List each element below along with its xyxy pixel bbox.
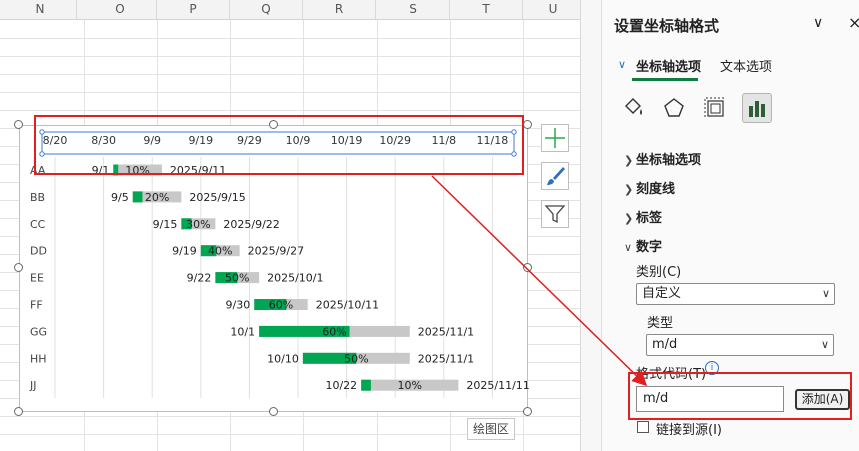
- fill-line-button[interactable]: [618, 93, 648, 123]
- pane-title: 设置坐标轴格式: [614, 17, 720, 35]
- effects-button[interactable]: [659, 93, 689, 123]
- chart-elements-button[interactable]: [541, 124, 569, 152]
- tab-axis-options[interactable]: 坐标轴选项: [636, 56, 701, 75]
- section-labels[interactable]: ❯ 标签: [624, 207, 662, 226]
- category-label: EE: [30, 272, 44, 285]
- chart-filters-button[interactable]: [541, 200, 569, 228]
- size-properties-icon: [704, 97, 725, 118]
- effects-icon: [664, 98, 684, 117]
- chevron-down-icon: ∨: [624, 241, 633, 254]
- section-tick-marks[interactable]: ❯ 刻度线: [624, 178, 675, 197]
- end-date-label: 2025/9/22: [223, 218, 279, 231]
- start-date-label: 9/30: [226, 299, 251, 312]
- axis-highlight-box: [34, 115, 524, 175]
- column-header-U[interactable]: U: [517, 0, 580, 19]
- start-date-label: 10/22: [325, 379, 357, 392]
- close-icon[interactable]: ×: [848, 13, 859, 32]
- category-label: CC: [30, 218, 46, 231]
- start-date-label: 10/1: [230, 325, 255, 338]
- start-date-label: 9/15: [153, 218, 178, 231]
- funnel-icon: [544, 205, 566, 224]
- size-properties-button[interactable]: [700, 93, 730, 123]
- section-axis-options[interactable]: ❯ 坐标轴选项: [624, 149, 701, 168]
- start-date-label: 9/5: [111, 191, 129, 204]
- column-header-N[interactable]: N: [4, 0, 77, 19]
- resize-handle-top-left[interactable]: [14, 120, 23, 129]
- resize-handle-top-right[interactable]: [523, 120, 532, 129]
- column-header-S[interactable]: S: [377, 0, 450, 19]
- progress-label: 10%: [398, 379, 422, 392]
- brush-icon: [547, 167, 565, 185]
- start-date-label: 10/10: [267, 352, 299, 365]
- end-date-label: 2025/9/27: [248, 245, 304, 258]
- progress-label: 60%: [269, 299, 293, 312]
- category-label: BB: [30, 191, 45, 204]
- grid-line: [0, 92, 580, 93]
- resize-handle-right[interactable]: [523, 263, 532, 272]
- column-header-R[interactable]: R: [303, 0, 376, 19]
- end-date-label: 2025/10/1: [267, 272, 323, 285]
- column-header-O[interactable]: O: [84, 0, 157, 19]
- axis-options-icon: [749, 101, 765, 117]
- chart-styles-button[interactable]: [541, 162, 569, 190]
- grid-line: [0, 38, 580, 39]
- category-label: DD: [30, 245, 47, 258]
- category-label: FF: [30, 299, 43, 312]
- pane-options-chevron-icon[interactable]: ∨: [813, 15, 823, 31]
- category-dropdown-value: 自定义: [642, 286, 682, 301]
- resize-handle-bottom-left[interactable]: [14, 407, 23, 416]
- start-date-label: 9/19: [172, 245, 197, 258]
- task-bar-progress: [132, 191, 143, 203]
- end-date-label: 2025/9/15: [189, 191, 245, 204]
- section-number[interactable]: ∨ 数字: [624, 236, 662, 255]
- plus-icon: [545, 128, 565, 148]
- active-tab-indicator: [632, 78, 698, 81]
- category-label: GG: [30, 325, 47, 338]
- type-dropdown-value: m/d: [652, 337, 678, 352]
- end-date-label: 2025/11/11: [466, 379, 529, 392]
- resize-handle-bottom[interactable]: [269, 407, 278, 416]
- chevron-right-icon: ❯: [624, 183, 634, 196]
- axis-options-button[interactable]: [742, 93, 772, 123]
- type-label: 类型: [647, 316, 674, 331]
- grid-line: [0, 416, 580, 417]
- progress-label: 50%: [344, 352, 368, 365]
- column-header-P[interactable]: P: [157, 0, 230, 19]
- progress-label: 40%: [208, 245, 232, 258]
- progress-label: 30%: [186, 218, 210, 231]
- category-label: 类别(C): [636, 265, 682, 280]
- format-code-highlight-box: [628, 372, 852, 420]
- column-header-row: NOPQRSTU: [0, 0, 580, 20]
- link-to-source-checkbox[interactable]: [637, 421, 649, 433]
- progress-label: 20%: [145, 191, 169, 204]
- end-date-label: 2025/10/11: [316, 299, 379, 312]
- progress-label: 60%: [322, 325, 346, 338]
- type-dropdown[interactable]: m/d ∨: [646, 334, 834, 356]
- end-date-label: 2025/11/1: [418, 325, 474, 338]
- column-header-Q[interactable]: Q: [230, 0, 303, 19]
- grid-line: [0, 56, 580, 57]
- category-label: JJ: [29, 379, 37, 392]
- fill-line-icon: [625, 98, 642, 115]
- task-bar-progress: [361, 379, 371, 391]
- category-label: HH: [30, 352, 47, 365]
- chevron-down-icon: ∨: [820, 338, 829, 351]
- grid-line: [0, 74, 580, 75]
- chevron-down-icon: ∨: [821, 287, 830, 300]
- column-header-T[interactable]: T: [450, 0, 523, 19]
- progress-label: 50%: [225, 272, 249, 285]
- chevron-right-icon: ❯: [624, 212, 634, 225]
- chevron-right-icon: ❯: [624, 154, 634, 167]
- plot-area-tooltip: 绘图区: [467, 418, 516, 440]
- tab-collapse-chevron-icon: ∨: [618, 58, 627, 71]
- vertical-scrollbar[interactable]: [580, 0, 601, 451]
- start-date-label: 9/22: [187, 272, 212, 285]
- link-to-source-label: 链接到源(I): [656, 423, 722, 438]
- end-date-label: 2025/11/1: [418, 352, 474, 365]
- category-dropdown[interactable]: 自定义 ∨: [636, 283, 835, 305]
- grid-line: [0, 110, 580, 111]
- tab-text-options[interactable]: 文本选项: [720, 56, 772, 75]
- resize-handle-bottom-right[interactable]: [523, 407, 532, 416]
- resize-handle-left[interactable]: [14, 263, 23, 272]
